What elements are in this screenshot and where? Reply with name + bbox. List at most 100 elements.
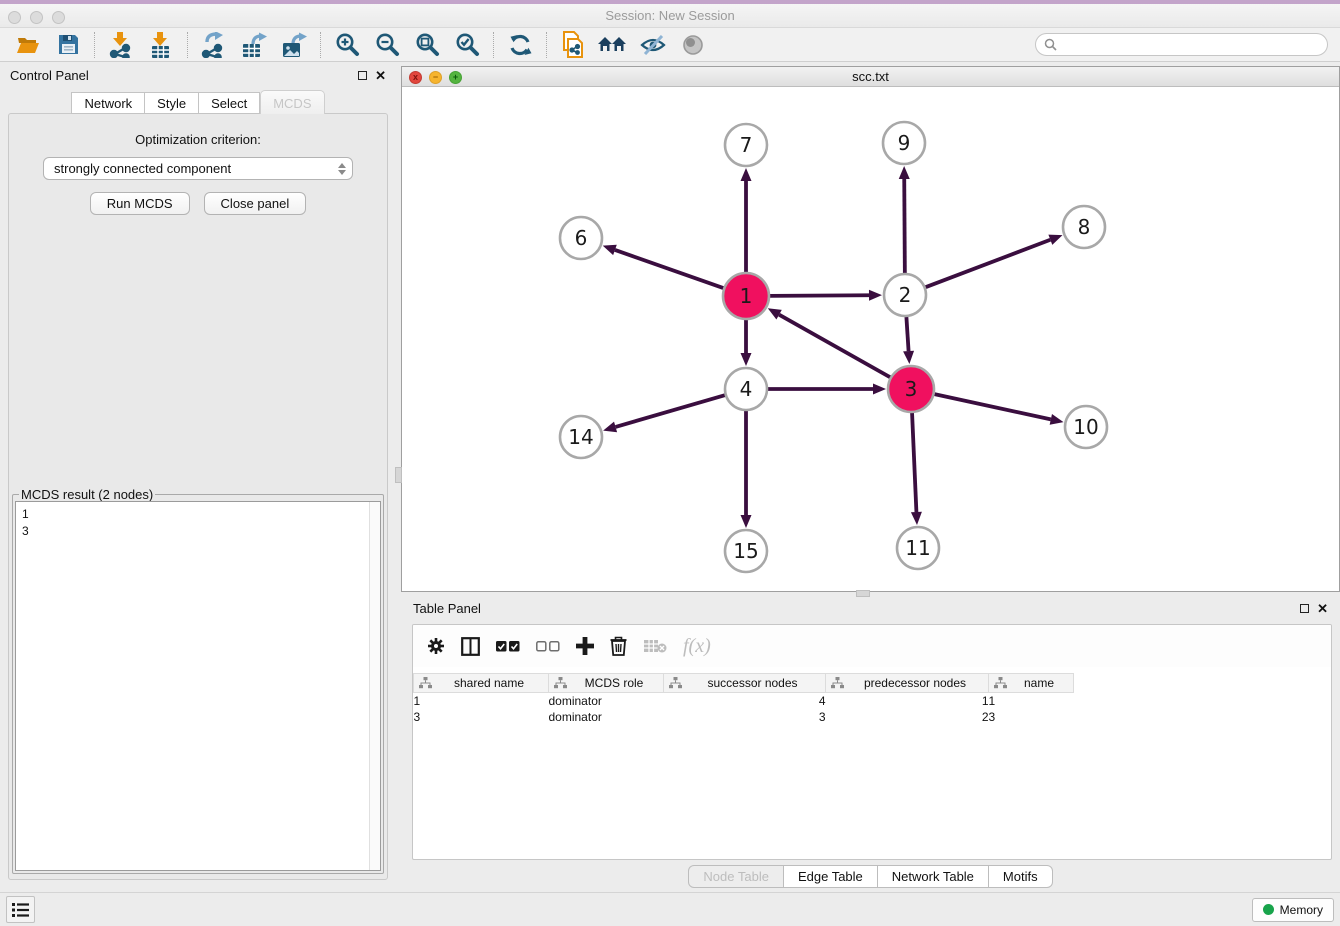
zoom-in-button[interactable] xyxy=(327,30,367,60)
tab-node-table[interactable]: Node Table xyxy=(688,865,784,888)
network-canvas-area: 7968124314101511 xyxy=(402,87,1339,591)
table-settings-button[interactable] xyxy=(427,637,445,655)
graph-node-label: 11 xyxy=(905,536,930,560)
show-columns-button[interactable] xyxy=(461,637,480,656)
columns-icon xyxy=(461,637,480,656)
network-canvas[interactable]: 7968124314101511 xyxy=(402,87,1333,591)
memory-button[interactable]: Memory xyxy=(1252,898,1334,922)
graph-edge-2-9[interactable] xyxy=(904,179,905,273)
tab-motifs[interactable]: Motifs xyxy=(989,865,1053,888)
table-cell[interactable]: 1 xyxy=(989,693,1074,709)
edge-arrowhead xyxy=(741,168,752,181)
vertical-splitter-grip[interactable] xyxy=(395,467,402,483)
table-cell[interactable]: dominator xyxy=(549,709,664,725)
tab-network[interactable]: Network xyxy=(71,92,145,114)
refresh-button[interactable] xyxy=(500,30,540,60)
close-panel-icon[interactable]: ✕ xyxy=(375,69,386,82)
gear-icon xyxy=(427,637,445,655)
add-column-button[interactable] xyxy=(576,637,594,655)
table-row[interactable]: 3dominator323 xyxy=(414,709,1074,725)
mcds-tab-content: Optimization criterion: strongly connect… xyxy=(8,113,388,880)
import-network-icon xyxy=(109,32,133,58)
zoom-fit-button[interactable] xyxy=(407,30,447,60)
delete-column-button[interactable] xyxy=(610,636,627,656)
clone-network-button[interactable] xyxy=(553,30,593,60)
column-header-predecessor-nodes[interactable]: predecessor nodes xyxy=(826,674,989,693)
close-window-button[interactable] xyxy=(8,11,21,24)
export-table-button[interactable] xyxy=(234,30,274,60)
tab-style[interactable]: Style xyxy=(145,92,199,114)
table-cell[interactable]: 1 xyxy=(826,693,989,709)
graph-edge-1-6[interactable] xyxy=(615,250,723,288)
run-mcds-button[interactable]: Run MCDS xyxy=(90,192,190,215)
node-table: shared nameMCDS rolesuccessor nodesprede… xyxy=(413,673,1074,725)
horizontal-splitter[interactable] xyxy=(401,592,1340,596)
houses-icon xyxy=(598,35,628,55)
close-panel-button[interactable]: Close panel xyxy=(204,192,307,215)
search-input[interactable] xyxy=(1062,38,1319,52)
tab-select[interactable]: Select xyxy=(199,92,260,114)
save-session-button[interactable] xyxy=(48,30,88,60)
table-cell[interactable]: 2 xyxy=(826,709,989,725)
zoom-window-button[interactable] xyxy=(52,11,65,24)
dropdown-stepper-icon xyxy=(338,163,346,175)
graph-edge-2-8[interactable] xyxy=(926,240,1051,287)
table-tabs: Node TableEdge TableNetwork TableMotifs xyxy=(688,865,1052,888)
column-header-MCDS-role[interactable]: MCDS role xyxy=(549,674,664,693)
export-network-button[interactable] xyxy=(194,30,234,60)
horizontal-splitter-grip[interactable] xyxy=(856,590,870,597)
zoom-selected-button[interactable] xyxy=(447,30,487,60)
column-header-name[interactable]: name xyxy=(989,674,1074,693)
criterion-dropdown[interactable]: strongly connected component xyxy=(43,157,353,180)
graph-edge-3-1[interactable] xyxy=(779,315,890,378)
table-cell[interactable]: 4 xyxy=(664,693,826,709)
graph-node-label: 6 xyxy=(575,226,588,250)
table-cell[interactable]: 1 xyxy=(414,693,549,709)
column-header-successor-nodes[interactable]: successor nodes xyxy=(664,674,826,693)
float-panel-icon[interactable] xyxy=(358,71,367,80)
select-all-button[interactable] xyxy=(496,641,520,652)
refresh-icon xyxy=(508,33,532,57)
table-cell[interactable]: 3 xyxy=(414,709,549,725)
graph-edge-1-2[interactable] xyxy=(770,295,869,296)
import-table-button[interactable] xyxy=(141,30,181,60)
export-image-button[interactable] xyxy=(274,30,314,60)
network-close-button[interactable]: x xyxy=(409,71,422,84)
float-table-panel-icon[interactable] xyxy=(1300,604,1309,613)
graph-edge-3-10[interactable] xyxy=(934,394,1050,419)
tab-network-table[interactable]: Network Table xyxy=(878,865,989,888)
table-cell[interactable]: 3 xyxy=(989,709,1074,725)
task-history-button[interactable] xyxy=(6,896,35,923)
show-all-button[interactable] xyxy=(673,30,713,60)
graph-node-label: 1 xyxy=(740,284,753,308)
function-icon: f(x) xyxy=(683,635,711,658)
table-toolbar: f(x) xyxy=(413,625,1331,667)
import-network-button[interactable] xyxy=(101,30,141,60)
network-minimize-button[interactable]: − xyxy=(429,71,442,84)
deselect-all-button[interactable] xyxy=(536,641,560,652)
memory-label: Memory xyxy=(1280,903,1323,917)
result-scrollbar[interactable] xyxy=(369,502,380,870)
tab-edge-table[interactable]: Edge Table xyxy=(784,865,878,888)
graph-edge-3-11[interactable] xyxy=(912,413,916,512)
graph-edge-2-3[interactable] xyxy=(906,317,908,351)
close-table-panel-icon[interactable]: ✕ xyxy=(1317,602,1328,615)
first-neighbors-button[interactable] xyxy=(593,30,633,60)
vertical-splitter[interactable] xyxy=(396,62,401,892)
edge-arrowhead xyxy=(1048,235,1062,245)
column-header-shared-name[interactable]: shared name xyxy=(414,674,549,693)
minimize-window-button[interactable] xyxy=(30,11,43,24)
eye-icon xyxy=(680,35,706,55)
graph-edge-4-14[interactable] xyxy=(616,395,725,427)
open-session-button[interactable] xyxy=(8,30,48,60)
hide-selected-button[interactable] xyxy=(633,30,673,60)
list-icon xyxy=(12,903,29,917)
table-cell[interactable]: 3 xyxy=(664,709,826,725)
table-cell[interactable]: dominator xyxy=(549,693,664,709)
search-field[interactable] xyxy=(1035,33,1328,56)
zoom-out-button[interactable] xyxy=(367,30,407,60)
tab-mcds[interactable]: MCDS xyxy=(260,90,324,114)
network-maximize-button[interactable]: + xyxy=(449,71,462,84)
edge-arrowhead xyxy=(869,290,882,301)
table-row[interactable]: 1dominator411 xyxy=(414,693,1074,709)
